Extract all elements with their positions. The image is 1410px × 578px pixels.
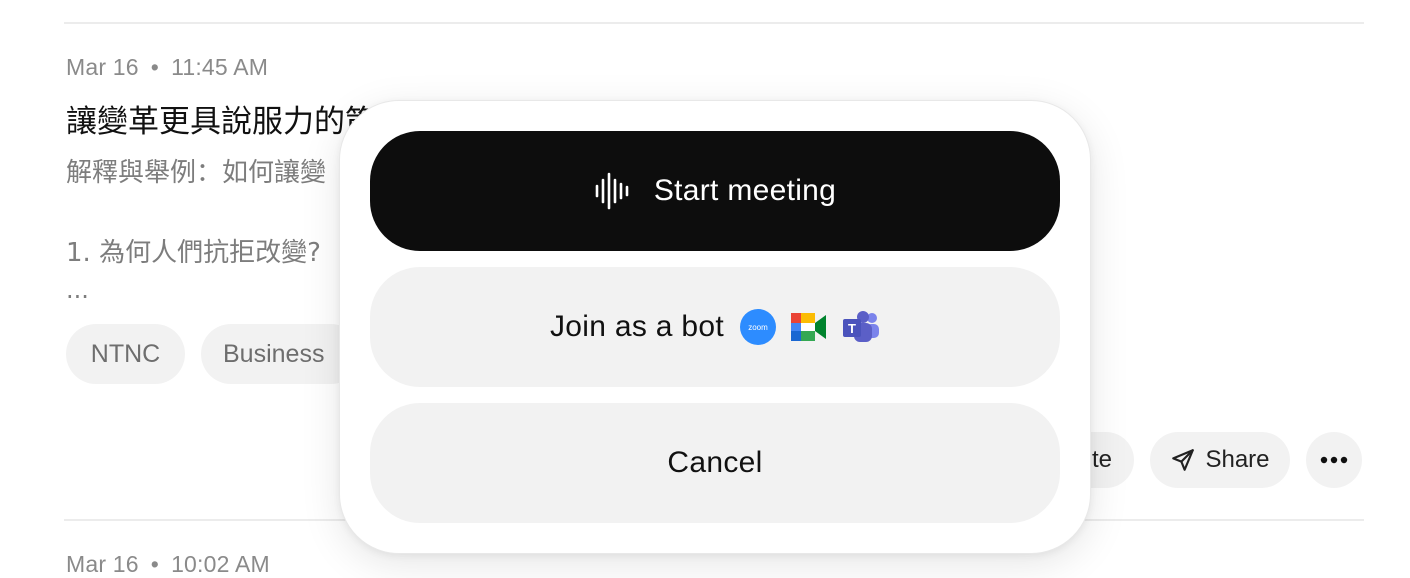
share-button[interactable]: Share — [1150, 432, 1290, 488]
teams-logo-letter: T — [848, 321, 856, 336]
note-ellipsis: ... — [66, 276, 89, 304]
more-options-button[interactable] — [1306, 432, 1362, 488]
share-label: Share — [1205, 446, 1270, 473]
tag-business[interactable]: Business — [201, 324, 361, 384]
microsoft-teams-icon: T — [842, 310, 880, 344]
tag-label: Business — [223, 339, 325, 368]
zoom-logo-text: zoom — [748, 323, 768, 332]
note-divider-top — [64, 22, 1364, 24]
note-time: 10:02 AM — [171, 551, 270, 577]
note-timestamp: Mar 16 • 11:45 AM — [66, 54, 268, 81]
zoom-icon: zoom — [740, 309, 776, 345]
note-date: Mar 16 — [66, 551, 139, 577]
send-icon — [1170, 447, 1196, 473]
separator-dot: • — [150, 551, 160, 577]
tag-label: NTNC — [90, 339, 161, 368]
cancel-button[interactable]: Cancel — [370, 403, 1060, 523]
meeting-platform-icons: zoom T — [740, 309, 880, 345]
join-as-bot-label: Join as a bot — [549, 310, 724, 343]
cancel-label: Cancel — [667, 446, 763, 479]
more-icon — [1320, 456, 1348, 464]
tag-ntnc[interactable]: NTNC — [66, 324, 185, 384]
start-meeting-label: Start meeting — [653, 174, 837, 207]
separator-dot: • — [150, 54, 160, 80]
waveform-icon — [594, 171, 632, 211]
note-time: 11:45 AM — [171, 54, 269, 80]
join-as-bot-button[interactable]: Join as a bot zoom T — [370, 267, 1060, 387]
note-body-line: 1. 為何人們抗拒改變? — [66, 238, 321, 268]
note-date: Mar 16 — [66, 54, 139, 80]
google-meet-icon — [790, 311, 828, 343]
note-summary: 解釋與舉例：如何讓變 — [66, 158, 327, 188]
note-title[interactable]: 讓變革更具說服力的策 — [66, 96, 376, 141]
meeting-popover: Start meeting Join as a bot zoom T Cance… — [339, 100, 1091, 554]
start-meeting-button[interactable]: Start meeting — [370, 131, 1060, 251]
note-action-label: te — [1091, 446, 1112, 473]
